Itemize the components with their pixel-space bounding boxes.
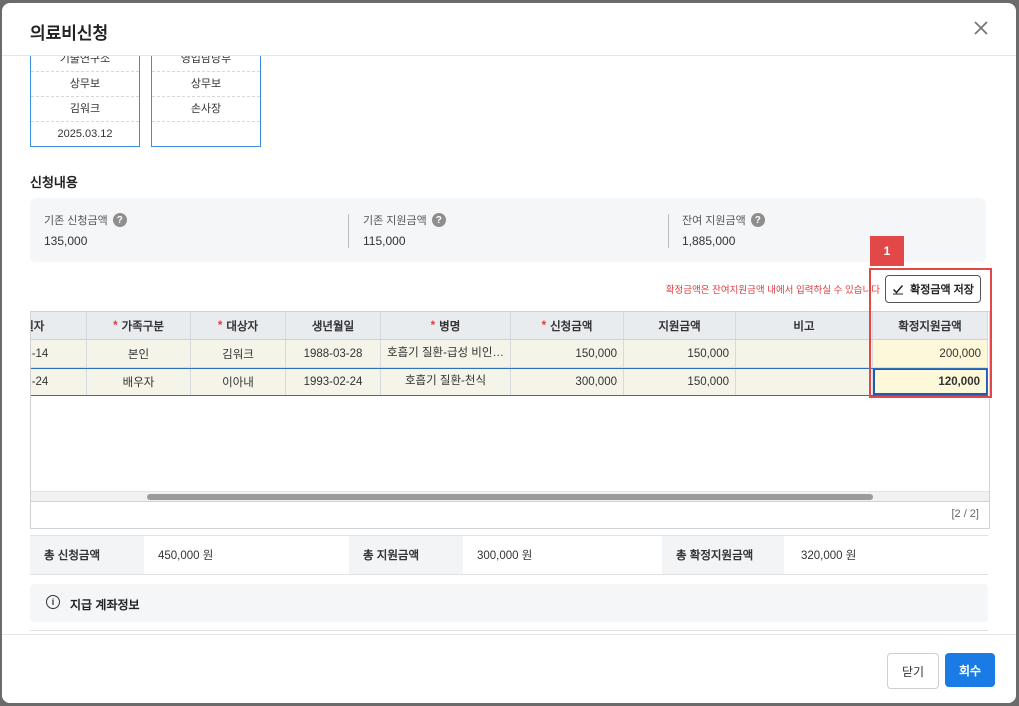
close-button[interactable]: 닫기 <box>887 653 939 689</box>
medical-expense-dialog: 의료비신청 기술연구소 상무보 김워크 2025.03.12 영업담당부 상무보… <box>2 3 1016 703</box>
total-supported-label: 총 지원금액 <box>349 536 463 574</box>
table-row[interactable]: 5-02-24 배우자 이아내 1993-02-24 호흡기 질환-천식 300… <box>31 368 988 396</box>
approval-box-2: 영업담당부 상무보 손사장 <box>151 56 261 147</box>
dialog-body: 기술연구소 상무보 김워크 2025.03.12 영업담당부 상무보 손사장 신… <box>2 56 1016 631</box>
table-cell[interactable]: 150,000 <box>511 340 624 367</box>
totals-bar: 총 신청금액 450,000 원 총 지원금액 300,000 원 총 확정지원… <box>30 535 988 575</box>
notice-text: 확정금액은 잔여지원금액 내에서 입력하실 수 있습니다 <box>665 285 880 296</box>
approval-position: 상무보 <box>152 72 260 97</box>
column-header[interactable]: * 신청금액 <box>511 312 624 339</box>
help-icon[interactable]: ? <box>112 213 127 227</box>
divider <box>348 214 349 248</box>
table-cell[interactable]: 5-03-14 <box>31 340 87 367</box>
approval-name: 손사장 <box>152 97 260 122</box>
scroll-thumb[interactable] <box>147 494 873 500</box>
help-icon[interactable]: ? <box>431 213 446 227</box>
recall-button[interactable]: 회수 <box>945 653 995 687</box>
table-cell[interactable]: 5-02-24 <box>31 368 87 395</box>
summary-label: 기존 지원금액 <box>363 215 427 227</box>
summary-value: 135,000 <box>44 234 88 248</box>
summary-existing-supported: 기존 지원금액? 115,000 <box>363 212 663 250</box>
approval-dept: 영업담당부 <box>152 56 260 72</box>
summary-label: 잔여 지원금액 <box>682 215 746 227</box>
table-cell[interactable]: 150,000 <box>624 368 736 395</box>
summary-remaining: 잔여 지원금액? 1,885,000 <box>682 212 982 250</box>
divider <box>30 630 988 631</box>
summary-value: 1,885,000 <box>682 234 736 248</box>
help-icon[interactable]: ? <box>750 213 765 227</box>
check-icon <box>893 285 904 295</box>
confirmed-amount-input[interactable]: 200,000 <box>873 340 988 367</box>
info-icon: i <box>46 595 60 609</box>
column-header[interactable]: 료일자 <box>31 312 87 339</box>
dialog-title: 의료비신청 <box>30 24 109 43</box>
table-row[interactable]: 5-03-14 본인 김워크 1988-03-28 호흡기 질환-급성 비인… … <box>31 340 988 368</box>
save-confirmed-amount-button[interactable]: 확정금액 저장 <box>885 275 981 303</box>
expense-grid: 료일자 *가족구분 *대상자 생년월일 *병명 *신청금액 지원금액 비고 확정… <box>30 311 990 529</box>
approval-box-1: 기술연구소 상무보 김워크 2025.03.12 <box>30 56 140 147</box>
total-confirmed-label: 총 확정지원금액 <box>662 536 784 574</box>
approval-name: 김워크 <box>31 97 139 122</box>
approval-date: 2025.03.12 <box>57 128 113 140</box>
table-cell[interactable]: 호흡기 질환-급성 비인… <box>381 340 511 367</box>
divider <box>668 214 669 248</box>
dialog-header: 의료비신청 <box>2 3 1016 56</box>
total-supported-value: 300,000 원 <box>477 550 533 562</box>
column-header[interactable]: * 가족구분 <box>87 312 191 339</box>
total-applied-value: 450,000 원 <box>158 550 214 562</box>
table-cell[interactable] <box>736 340 873 367</box>
column-header[interactable]: * 병명 <box>381 312 511 339</box>
close-icon[interactable] <box>970 17 992 39</box>
table-cell[interactable]: 1988-03-28 <box>286 340 381 367</box>
account-info-section[interactable]: i 지급 계좌정보 <box>30 584 988 622</box>
page-indicator: [2 / 2] <box>951 508 979 520</box>
grid-inner: 료일자 *가족구분 *대상자 생년월일 *병명 *신청금액 지원금액 비고 확정… <box>31 312 988 396</box>
column-header[interactable]: 지원금액 <box>624 312 736 339</box>
table-cell[interactable]: 이아내 <box>191 368 286 395</box>
column-header[interactable]: * 대상자 <box>191 312 286 339</box>
total-confirmed-value: 320,000 원 <box>801 550 857 562</box>
table-cell[interactable]: 150,000 <box>624 340 736 367</box>
approval-date <box>152 122 260 146</box>
column-header[interactable]: 생년월일 <box>286 312 381 339</box>
summary-label: 기존 신청금액 <box>44 215 108 227</box>
table-cell[interactable]: 김워크 <box>191 340 286 367</box>
approval-position: 상무보 <box>31 72 139 97</box>
summary-existing-applied: 기존 신청금액? 135,000 <box>44 212 344 250</box>
table-cell[interactable]: 300,000 <box>511 368 624 395</box>
total-applied-label: 총 신청금액 <box>30 536 144 574</box>
table-cell[interactable]: 호흡기 질환-천식 <box>381 368 511 395</box>
account-info-title: 지급 계좌정보 <box>70 598 140 612</box>
column-header[interactable]: 확정지원금액 <box>873 312 988 339</box>
grid-footer: [2 / 2] <box>31 501 989 528</box>
save-button-label: 확정금액 저장 <box>910 284 974 296</box>
table-cell[interactable]: 본인 <box>87 340 191 367</box>
summary-box: 기존 신청금액? 135,000 기존 지원금액? 115,000 잔여 지원금… <box>30 198 986 262</box>
confirmed-amount-input[interactable]: 120,000 <box>873 368 988 395</box>
step-badge: 1 <box>870 236 904 266</box>
approval-dept: 기술연구소 <box>31 56 139 72</box>
section-title: 신청내용 <box>30 175 78 190</box>
table-cell[interactable] <box>736 368 873 395</box>
dialog-footer: 닫기 회수 <box>2 634 1016 703</box>
column-header[interactable]: 비고 <box>736 312 873 339</box>
grid-header-row: 료일자 *가족구분 *대상자 생년월일 *병명 *신청금액 지원금액 비고 확정… <box>31 312 988 340</box>
summary-value: 115,000 <box>363 234 406 248</box>
table-cell[interactable]: 1993-02-24 <box>286 368 381 395</box>
table-cell[interactable]: 배우자 <box>87 368 191 395</box>
